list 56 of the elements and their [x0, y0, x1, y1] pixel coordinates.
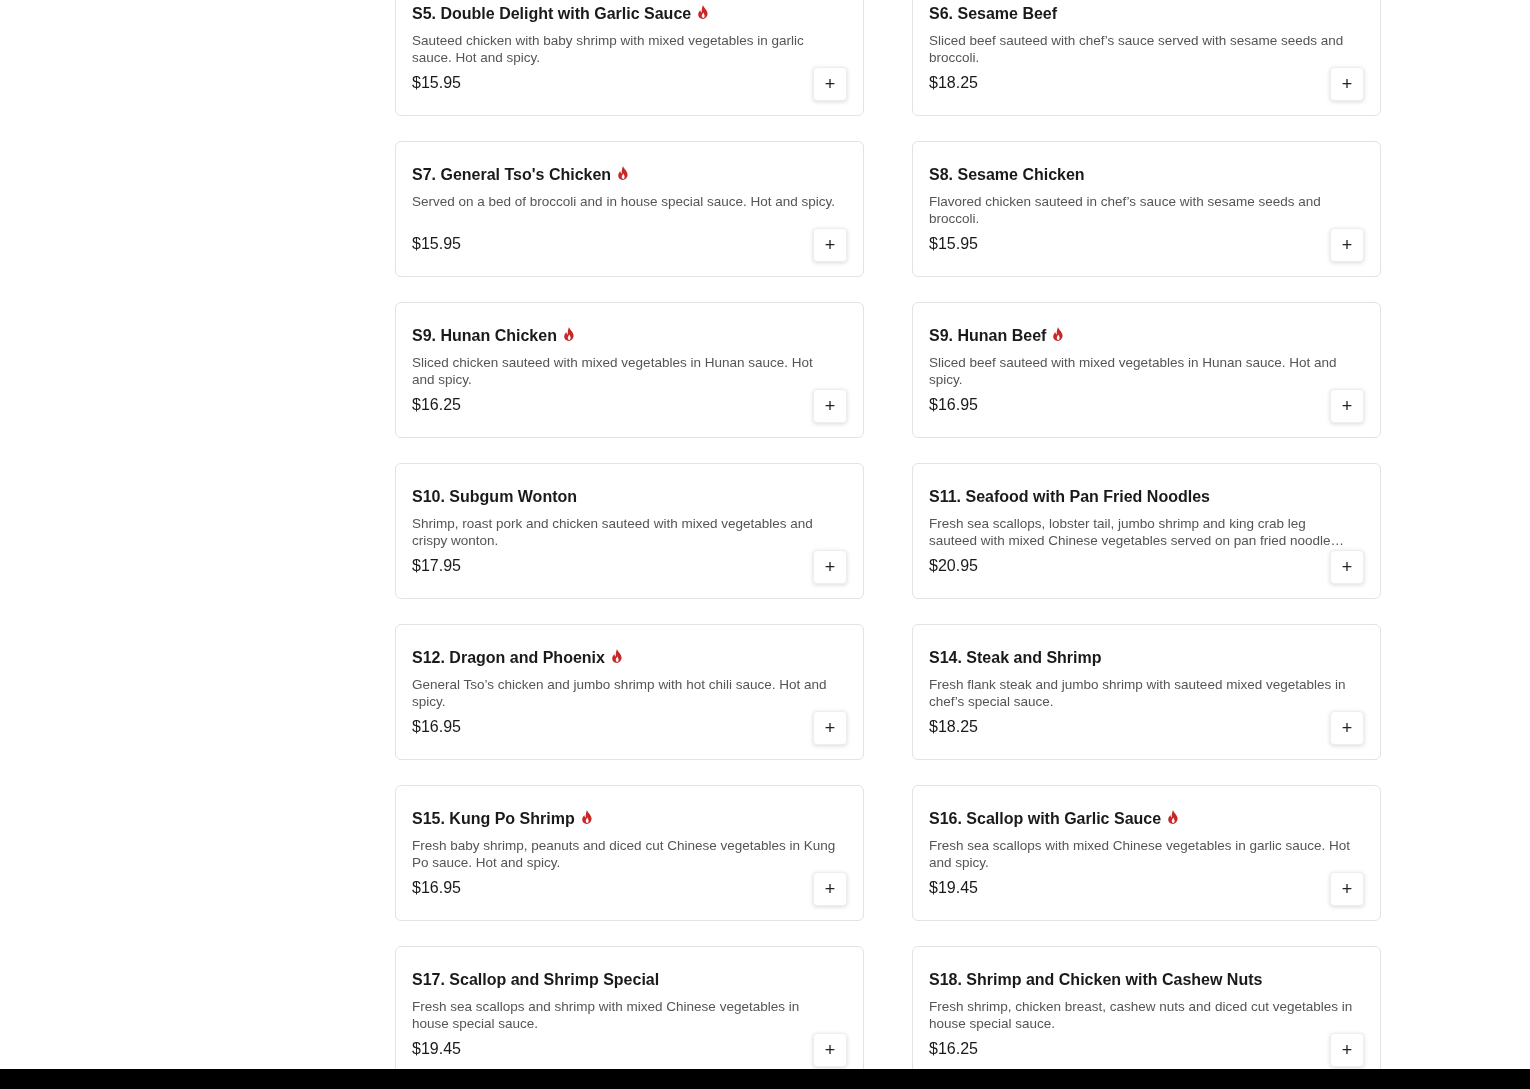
add-button[interactable]: + — [1330, 1033, 1364, 1067]
add-button[interactable]: + — [813, 228, 847, 262]
dish-description: Fresh sea scallops, lobster tail, jumbo shrimp and king crab leg sauteed with mixed Chinese vegetables served on pan fried noodle… — [929, 515, 1345, 549]
add-button[interactable]: + — [813, 711, 847, 745]
add-button[interactable]: + — [1330, 389, 1364, 423]
dish-price: $17.95 — [412, 557, 461, 575]
add-button[interactable]: + — [813, 550, 847, 584]
add-button[interactable]: + — [813, 872, 847, 906]
add-button[interactable]: + — [1330, 550, 1364, 584]
add-button[interactable]: + — [1330, 67, 1364, 101]
dish-name: S18. Shrimp and Chicken with Cashew Nuts — [929, 971, 1263, 989]
add-button[interactable]: + — [813, 1033, 847, 1067]
dish-name: S5. Double Delight with Garlic Sauce — [412, 5, 692, 23]
dish-description: Served on a bed of broccoli and in house special sauce. Hot and spicy. — [412, 193, 836, 211]
dish-price: $15.95 — [412, 74, 461, 92]
add-button[interactable]: + — [813, 67, 847, 101]
dish-price: $16.95 — [412, 879, 461, 897]
dish-name: S7. General Tso's Chicken — [412, 166, 612, 184]
dish-description: Sliced beef sauteed with chef’s sauce served with sesame seeds and broccoli. — [929, 32, 1345, 66]
dish-price: $16.95 — [929, 396, 978, 414]
dish-description: Fresh baby shrimp, peanuts and diced cut Chinese vegetables in Kung Po sauce. Hot and spicy. — [412, 837, 837, 871]
dish-price: $16.25 — [929, 1040, 978, 1058]
dish-name: S17. Scallop and Shrimp Special — [412, 971, 660, 989]
dish-description: Fresh flank steak and jumbo shrimp with sauteed mixed vegetables in chef’s special sauce. — [929, 676, 1347, 710]
dish-price: $19.45 — [929, 879, 978, 897]
add-button[interactable]: + — [1330, 228, 1364, 262]
dish-description: Sliced beef sauteed with mixed vegetables in Hunan sauce. Hot and spicy. — [929, 354, 1338, 388]
dish-name: S8. Sesame Chicken — [929, 166, 1085, 184]
dish-name: S10. Subgum Wonton — [412, 488, 578, 506]
dish-description: Fresh sea scallops with mixed Chinese vegetables in garlic sauce. Hot and spicy. — [929, 837, 1351, 871]
dish-price: $16.25 — [412, 396, 461, 414]
dish-name: S9. Hunan Chicken — [412, 327, 557, 345]
dish-description: Sliced chicken sauteed with mixed vegetables in Hunan sauce. Hot and spicy. — [412, 354, 814, 388]
dish-name: S9. Hunan Beef — [929, 327, 1047, 345]
dish-price: $18.25 — [929, 718, 978, 736]
dish-description: General Tso’s chicken and jumbo shrimp with hot chili sauce. Hot and spicy. — [412, 676, 828, 710]
dish-name: S16. Scallop with Garlic Sauce — [929, 810, 1162, 828]
dish-name: S14. Steak and Shrimp — [929, 649, 1102, 667]
dish-name: S6. Sesame Beef — [929, 5, 1058, 23]
dish-description: Fresh shrimp, chicken breast, cashew nuts and diced cut vegetables in house special sauce. — [929, 998, 1354, 1032]
dish-description: Flavored chicken sauteed in chef’s sauce with sesame seeds and broccoli. — [929, 193, 1322, 227]
add-button[interactable]: + — [1330, 872, 1364, 906]
dish-price: $19.45 — [412, 1040, 461, 1058]
dish-name: S12. Dragon and Phoenix — [412, 649, 605, 667]
dish-price: $20.95 — [929, 557, 978, 575]
dish-description: Shrimp, roast pork and chicken sauteed with mixed vegetables and crispy wonton. — [412, 515, 814, 549]
add-button[interactable]: + — [1330, 711, 1364, 745]
dish-name: S15. Kung Po Shrimp — [412, 810, 575, 828]
dish-price: $18.25 — [929, 74, 978, 92]
dish-price: $15.95 — [412, 235, 461, 253]
dish-name: S11. Seafood with Pan Fried Noodles — [929, 488, 1210, 506]
dish-description: Fresh sea scallops and shrimp with mixed Chinese vegetables in house special sauce. — [412, 998, 801, 1032]
dish-price: $16.95 — [412, 718, 461, 736]
dish-description: Sauteed chicken with baby shrimp with mixed vegetables in garlic sauce. Hot and spicy. — [412, 32, 805, 66]
add-button[interactable]: + — [813, 389, 847, 423]
dish-price: $15.95 — [929, 235, 978, 253]
